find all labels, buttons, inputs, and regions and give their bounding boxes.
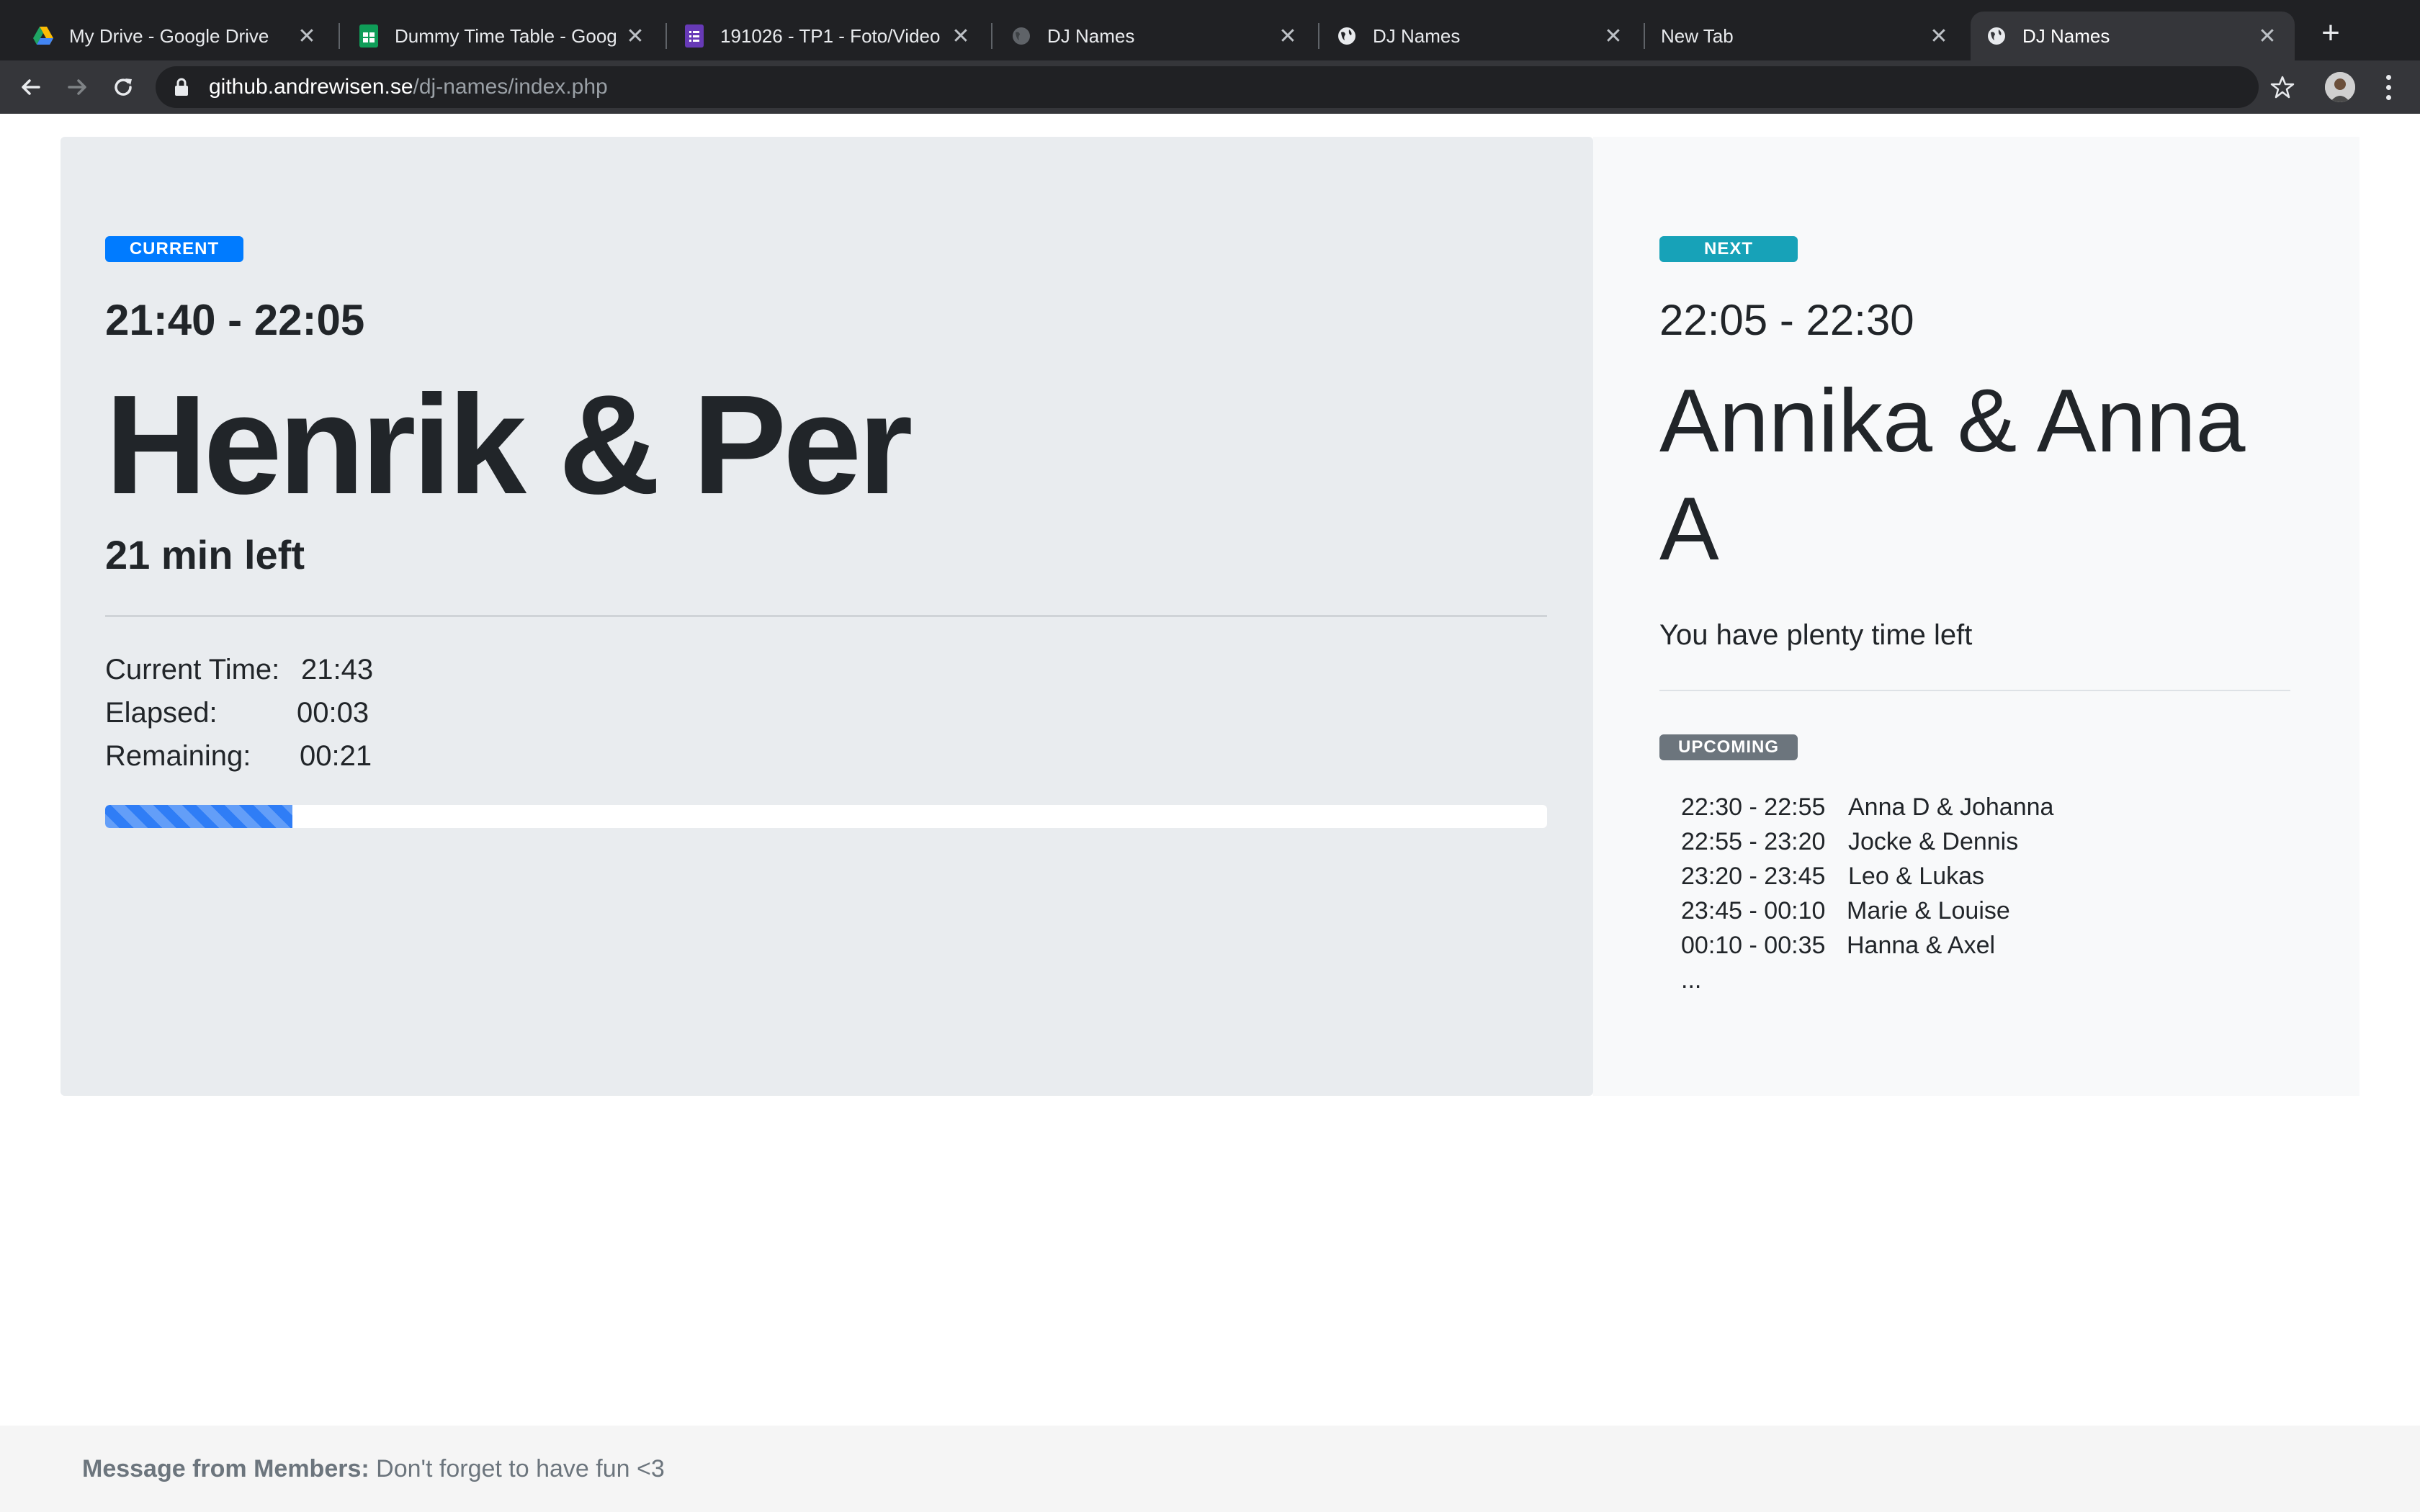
tab-my-drive[interactable]: My Drive - Google Drive ✕ (17, 12, 334, 60)
stat-elapsed: Elapsed: 00:03 (105, 697, 373, 740)
new-tab-plus-icon[interactable]: + (2313, 16, 2348, 50)
upcoming-list: 22:30 - 22:55 Anna D & Johanna 22:55 - 2… (1681, 793, 2053, 1001)
upcoming-dj-name: Anna D & Johanna (1848, 793, 2054, 821)
tab-dj-names-active[interactable]: DJ Names ✕ (1971, 12, 2295, 60)
divider (1659, 690, 2290, 691)
close-tab-icon[interactable]: ✕ (622, 23, 648, 49)
stat-value: 00:21 (300, 740, 372, 772)
globe-icon (1985, 24, 2008, 48)
progress-bar-fill (105, 805, 293, 828)
tab-separator (1318, 23, 1319, 49)
forward-arrow-icon[interactable] (59, 69, 95, 105)
upcoming-dj-name: Hanna & Axel (1847, 932, 1996, 959)
upcoming-time: 22:55 - 23:20 (1681, 828, 1826, 855)
upcoming-dj-name: Jocke & Dennis (1848, 828, 2019, 855)
upcoming-dj-name: Leo & Lukas (1848, 863, 1985, 890)
tab-separator (339, 23, 340, 49)
upcoming-time: 23:20 - 23:45 (1681, 863, 1826, 890)
time-status-message: You have plenty time left (1659, 619, 1973, 651)
stat-value: 21:43 (301, 654, 374, 685)
stat-label: Current Time: (105, 654, 280, 685)
current-time-slot: 21:40 - 22:05 (105, 296, 365, 344)
next-badge: NEXT (1659, 236, 1798, 262)
stat-value: 00:03 (297, 697, 369, 729)
members-message-footer: Message from Members: Don't forget to ha… (0, 1426, 2420, 1512)
google-drive-icon (32, 24, 55, 48)
upcoming-time: 23:45 - 00:10 (1681, 897, 1826, 924)
next-time-slot: 22:05 - 22:30 (1659, 296, 1914, 344)
stat-label: Elapsed: (105, 697, 218, 729)
globe-icon (1010, 24, 1033, 48)
stat-current-time: Current Time: 21:43 (105, 654, 373, 697)
profile-avatar[interactable] (2325, 72, 2355, 102)
tab-dj-names-2[interactable]: DJ Names ✕ (1321, 12, 1641, 60)
globe-icon (1335, 24, 1358, 48)
current-dj-panel: CURRENT 21:40 - 22:05 Henrik & Per 21 mi… (60, 137, 1593, 1096)
current-dj-name: Henrik & Per (105, 366, 913, 523)
tab-title: DJ Names (1373, 24, 1461, 47)
divider (105, 615, 1547, 617)
upcoming-time: 00:10 - 00:35 (1681, 932, 1826, 959)
time-stats: Current Time: 21:43 Elapsed: 00:03 Remai… (105, 654, 373, 783)
close-tab-icon[interactable]: ✕ (294, 23, 320, 49)
url-text: github.andrewisen.se/dj-names/index.php (209, 75, 608, 99)
progress-bar (105, 805, 1547, 828)
stat-label: Remaining: (105, 740, 251, 772)
list-item: 22:55 - 23:20 Jocke & Dennis (1681, 828, 2053, 863)
tab-title: My Drive - Google Drive (69, 24, 269, 47)
more-menu-icon[interactable] (2374, 71, 2403, 104)
reload-icon[interactable] (105, 69, 141, 105)
tab-google-forms[interactable]: 191026 - TP1 - Foto/Video - Google Forms… (668, 12, 988, 60)
upcoming-dj-name: Marie & Louise (1847, 897, 2010, 924)
tab-title: DJ Names (1047, 24, 1135, 47)
close-tab-icon[interactable]: ✕ (1926, 23, 1952, 49)
close-tab-icon[interactable]: ✕ (1600, 23, 1626, 49)
next-dj-name: Annika & Anna A (1659, 372, 2246, 579)
google-forms-icon (683, 24, 706, 48)
footer-message: Don't forget to have fun <3 (376, 1454, 665, 1482)
tab-title: New Tab (1661, 24, 1734, 47)
browser-toolbar: github.andrewisen.se/dj-names/index.php (0, 60, 2420, 114)
list-item: 22:30 - 22:55 Anna D & Johanna (1681, 793, 2053, 828)
list-item: 23:45 - 00:10 Marie & Louise (1681, 897, 2053, 932)
tab-separator (666, 23, 667, 49)
browser-tab-strip: My Drive - Google Drive ✕ Dummy Time Tab… (0, 0, 2420, 60)
tab-title: Dummy Time Table - Google Sheets (395, 24, 617, 47)
footer-label: Message from Members: (82, 1454, 369, 1482)
tab-separator (1644, 23, 1645, 49)
tab-title: DJ Names (2022, 24, 2110, 47)
url-path: /dj-names/index.php (413, 75, 608, 99)
upcoming-badge: UPCOMING (1659, 734, 1798, 760)
tab-new-tab[interactable]: New Tab ✕ (1646, 12, 1966, 60)
upcoming-time: 22:30 - 22:55 (1681, 793, 1826, 821)
footer-text: Message from Members: Don't forget to ha… (82, 1455, 665, 1483)
next-dj-panel: NEXT 22:05 - 22:30 Annika & Anna A You h… (1593, 137, 2360, 1096)
tab-dj-names-1[interactable]: DJ Names ✕ (995, 12, 1315, 60)
back-arrow-icon[interactable] (13, 69, 49, 105)
list-item: 23:20 - 23:45 Leo & Lukas (1681, 863, 2053, 897)
tab-title: 191026 - TP1 - Foto/Video - Google Forms (720, 24, 942, 47)
close-tab-icon[interactable]: ✕ (1275, 23, 1301, 49)
tab-dummy-time-table[interactable]: Dummy Time Table - Google Sheets ✕ (343, 12, 663, 60)
minutes-left: 21 min left (105, 532, 305, 577)
bookmark-star-icon[interactable] (2266, 71, 2299, 104)
upcoming-more-ellipsis: ... (1681, 966, 1702, 994)
google-sheets-icon (357, 24, 380, 48)
close-tab-icon[interactable]: ✕ (948, 23, 974, 49)
url-host: github.andrewisen.se (209, 75, 413, 99)
close-tab-icon[interactable]: ✕ (2254, 23, 2280, 49)
stat-remaining: Remaining: 00:21 (105, 740, 373, 783)
address-bar[interactable]: github.andrewisen.se/dj-names/index.php (156, 66, 2259, 108)
tab-separator (991, 23, 992, 49)
current-badge: CURRENT (105, 236, 243, 262)
lock-icon[interactable] (174, 77, 192, 97)
list-item: 00:10 - 00:35 Hanna & Axel (1681, 932, 2053, 966)
